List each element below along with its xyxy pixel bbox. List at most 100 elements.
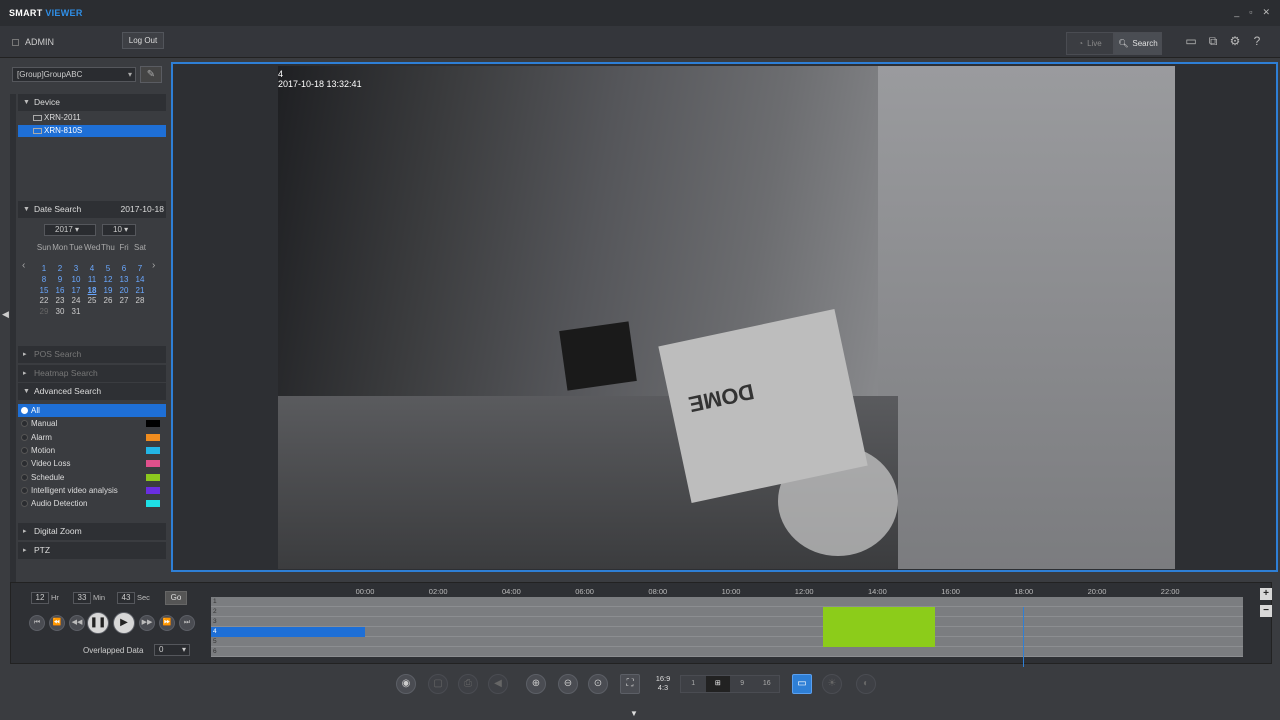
timeline-channel-row[interactable]: 5 xyxy=(211,637,1243,647)
step-back-icon[interactable]: ⏪ xyxy=(49,615,65,631)
calendar-day[interactable]: 11 xyxy=(84,275,100,286)
calendar-day[interactable]: 5 xyxy=(100,264,116,275)
sequence-icon[interactable]: ▭ xyxy=(792,674,812,694)
screen-icon[interactable]: ▭ xyxy=(1184,34,1198,48)
calendar-day[interactable]: 31 xyxy=(68,307,84,318)
calendar-day[interactable]: 2 xyxy=(52,264,68,275)
event-filter-item[interactable]: All xyxy=(18,404,166,417)
calendar-day[interactable]: 25 xyxy=(84,296,100,307)
minute-input[interactable]: 33 xyxy=(73,592,91,604)
event-filter-item[interactable]: Intelligent video analysis xyxy=(18,484,166,497)
help-icon[interactable]: ? xyxy=(1250,34,1264,48)
calendar-day[interactable]: 21 xyxy=(132,286,148,297)
calendar-day[interactable]: 18 xyxy=(84,286,100,297)
calendar-day[interactable]: 12 xyxy=(100,275,116,286)
skip-start-icon[interactable]: ⏮ xyxy=(29,615,45,631)
calendar-day[interactable]: 13 xyxy=(116,275,132,286)
playback-cursor[interactable] xyxy=(1023,607,1024,667)
event-filter-item[interactable]: Audio Detection xyxy=(18,497,166,510)
calendar-day[interactable]: 16 xyxy=(52,286,68,297)
rewind-icon[interactable]: ◀◀ xyxy=(69,615,85,631)
calendar-day[interactable]: 8 xyxy=(36,275,52,286)
collapse-sidebar-arrow-icon[interactable]: ◀ xyxy=(2,309,9,320)
calendar-day[interactable]: 30 xyxy=(52,307,68,318)
device-panel-header[interactable]: ▼ Device xyxy=(18,94,166,111)
zoom-in-timeline-icon[interactable]: + xyxy=(1260,588,1272,600)
group-select[interactable]: [Group]GroupABC ▾ xyxy=(12,67,136,82)
timeline-channel-row[interactable]: 4 xyxy=(211,627,1243,637)
fullscreen-icon[interactable]: ⛶ xyxy=(620,674,640,694)
pos-search-header[interactable]: ▸ POS Search xyxy=(18,346,166,363)
zoom-out-timeline-icon[interactable]: − xyxy=(1260,605,1272,617)
group-edit-button[interactable]: ✎ xyxy=(140,66,162,83)
timeline-channel-row[interactable]: 2 xyxy=(211,607,1243,617)
advanced-search-header[interactable]: ▼ Advanced Search xyxy=(18,383,166,400)
calendar-day[interactable]: 14 xyxy=(132,275,148,286)
radio-icon[interactable] xyxy=(21,433,28,441)
radio-icon[interactable] xyxy=(21,407,28,414)
calendar-day[interactable]: 22 xyxy=(36,296,52,307)
calendar-day[interactable]: 28 xyxy=(132,296,148,307)
live-mode-button[interactable]: ◔ Live xyxy=(1066,32,1114,55)
hour-input[interactable]: 12 xyxy=(31,592,49,604)
search-mode-button[interactable]: 🔍︎ Search xyxy=(1114,32,1162,55)
radio-icon[interactable] xyxy=(21,460,28,468)
timeline-channel-row[interactable]: 3 xyxy=(211,617,1243,627)
calendar-day[interactable]: 15 xyxy=(36,286,52,297)
calendar-day[interactable]: 27 xyxy=(116,296,132,307)
calendar-day[interactable]: 24 xyxy=(68,296,84,307)
overlapped-data-select[interactable]: 0 ▾ xyxy=(154,644,190,656)
device-item[interactable]: XRN-2011 xyxy=(18,112,166,124)
play-button[interactable]: ▶ xyxy=(113,612,135,634)
timeline-channel-row[interactable]: 6 xyxy=(211,647,1243,657)
radio-icon[interactable] xyxy=(21,486,28,494)
pause-button[interactable]: ❚❚ xyxy=(87,612,109,634)
split-9-button[interactable]: 9 xyxy=(730,676,755,692)
calendar-day[interactable]: 10 xyxy=(68,275,84,286)
calendar-day[interactable]: 1 xyxy=(36,264,52,275)
step-forward-icon[interactable]: ⏩ xyxy=(159,615,175,631)
calendar-day[interactable]: 9 xyxy=(52,275,68,286)
layout-icon[interactable]: ⧉ xyxy=(1206,34,1220,48)
year-select[interactable]: 2017 ▾ xyxy=(44,224,96,236)
second-input[interactable]: 43 xyxy=(117,592,135,604)
aspect-ratio-toggle[interactable]: 16:9 4:3 xyxy=(652,674,674,694)
fast-forward-icon[interactable]: ▶▶ xyxy=(139,615,155,631)
contrast-icon[interactable]: ◐ xyxy=(856,674,876,694)
calendar-day[interactable]: 17 xyxy=(68,286,84,297)
split-4-button[interactable]: ⊞ xyxy=(705,676,730,692)
skip-end-icon[interactable]: ⏭ xyxy=(179,615,195,631)
radio-icon[interactable] xyxy=(21,500,28,508)
split-1-button[interactable]: 1 xyxy=(681,676,706,692)
go-button[interactable]: Go xyxy=(165,591,187,605)
restore-button[interactable]: ▫ xyxy=(1249,7,1252,18)
recorded-segment[interactable] xyxy=(823,607,935,647)
settings-gear-icon[interactable]: ⚙ xyxy=(1228,34,1242,48)
calendar-day[interactable]: 4 xyxy=(84,264,100,275)
digital-zoom-header[interactable]: ▸ Digital Zoom xyxy=(18,523,166,540)
zoom-fit-icon[interactable]: ⊙ xyxy=(588,674,608,694)
zoom-out-icon[interactable]: ⊖ xyxy=(558,674,578,694)
event-filter-item[interactable]: Motion xyxy=(18,444,166,457)
timeline-area[interactable]: 00:00 02:00 04:00 06:00 08:00 10:00 12:00 14:00… xyxy=(211,587,1256,667)
event-filter-item[interactable]: Manual xyxy=(18,417,166,430)
calendar-day[interactable]: 23 xyxy=(52,296,68,307)
timeline-rows[interactable]: 6 5 4 3 2 1 xyxy=(211,597,1243,667)
date-search-header[interactable]: ▼ Date Search 2017-10-18 xyxy=(18,201,166,218)
calendar-day[interactable]: 19 xyxy=(100,286,116,297)
zoom-in-icon[interactable]: ⊕ xyxy=(526,674,546,694)
close-button[interactable]: ✕ xyxy=(1262,7,1270,18)
logout-button[interactable]: Log Out xyxy=(122,32,164,49)
calendar-day[interactable]: 7 xyxy=(132,264,148,275)
calendar-day[interactable]: 26 xyxy=(100,296,116,307)
video-viewport[interactable]: DOME 4 2017-10-18 13:32:41 xyxy=(171,62,1278,572)
event-filter-item[interactable]: Alarm xyxy=(18,431,166,444)
heatmap-search-header[interactable]: ▸ Heatmap Search xyxy=(18,365,166,382)
radio-icon[interactable] xyxy=(21,420,28,428)
expand-down-arrow-icon[interactable]: ▼ xyxy=(630,709,638,718)
calendar-day[interactable]: 3 xyxy=(68,264,84,275)
record-icon[interactable]: ◉ xyxy=(396,674,416,694)
minimize-button[interactable]: _ xyxy=(1234,7,1239,18)
calendar-day[interactable]: 6 xyxy=(116,264,132,275)
device-item-selected[interactable]: XRN-810S xyxy=(18,125,166,137)
